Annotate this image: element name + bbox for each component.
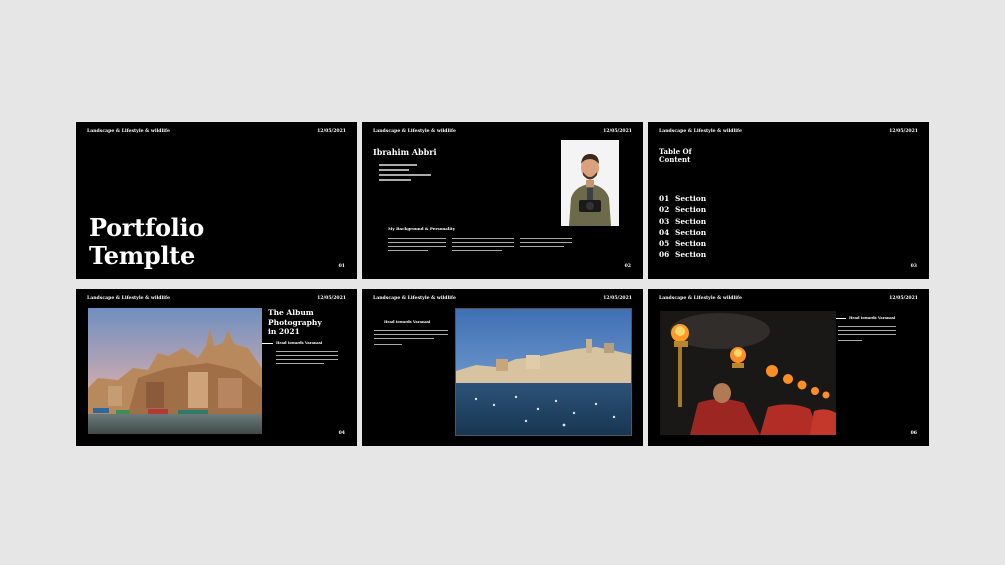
toc-item[interactable]: 03 Section xyxy=(659,216,706,227)
slide-date: 12/05/2021 xyxy=(603,129,632,134)
aarti-subheading: Head towards Varanasi xyxy=(836,316,895,320)
slide-header: Landscape & Lifestyle & wildlife xyxy=(659,296,742,301)
cover-title-line1: Portfolio xyxy=(89,213,205,242)
toc-item[interactable]: 04 Section xyxy=(659,227,706,238)
toc-number: 06 xyxy=(659,250,670,260)
album-title-line3: in 2021 xyxy=(268,327,300,336)
page-number: 01 xyxy=(338,264,345,269)
toc-title: Table Of Content xyxy=(659,148,692,164)
toc-item[interactable]: 02 Section xyxy=(659,204,706,215)
aarti-ceremony-photo xyxy=(660,311,836,435)
toc-number: 05 xyxy=(659,239,670,249)
page-number: 03 xyxy=(910,264,917,269)
varanasi-ghat-photo xyxy=(88,308,262,434)
toc-label: Section xyxy=(675,216,707,226)
toc-number: 03 xyxy=(659,216,670,226)
toc-list: 01 Section 02 Section 03 Section 04 Section … xyxy=(659,193,706,261)
slide-header: Landscape & Lifestyle & wildlife xyxy=(373,296,456,301)
toc-item[interactable]: 05 Section xyxy=(659,238,706,249)
photo-subheading: Head towards Varanasi xyxy=(384,320,431,324)
toc-number: 02 xyxy=(659,205,670,215)
toc-label: Section xyxy=(675,250,707,260)
cover-title: Portfolio Templte xyxy=(89,214,204,270)
subheading-text: Head towards Varanasi xyxy=(276,341,323,345)
cover-title-line2: Templte xyxy=(89,241,195,270)
slide-date: 12/05/2021 xyxy=(889,296,918,301)
slide-date: 12/05/2021 xyxy=(317,129,346,134)
toc-label: Section xyxy=(675,194,707,203)
slide-6-aarti[interactable]: Landscape & Lifestyle & wildlife 12/05/2… xyxy=(648,289,929,446)
slide-header: Landscape & Lifestyle & wildlife xyxy=(373,129,456,134)
toc-label: Section xyxy=(675,205,707,215)
toc-label: Section xyxy=(675,227,707,237)
slide-date: 12/05/2021 xyxy=(889,129,918,134)
toc-title-line2: Content xyxy=(659,155,691,164)
toc-number: 04 xyxy=(659,227,670,237)
page-number: 02 xyxy=(624,264,631,269)
album-title-line1: The Album xyxy=(268,308,314,317)
photographer-image xyxy=(561,140,619,226)
slide-header: Landscape & Lifestyle & wildlife xyxy=(87,296,170,301)
slide-2-about[interactable]: Landscape & Lifestyle & wildlife 12/05/2… xyxy=(362,122,643,279)
person-name: Ibrahim Abbri xyxy=(373,147,437,157)
toc-label: Section xyxy=(675,239,707,249)
page-number: 06 xyxy=(910,431,917,436)
toc-item[interactable]: 06 Section xyxy=(659,249,706,260)
slide-4-album[interactable]: Landscape & Lifestyle & wildlife 12/05/2… xyxy=(76,289,357,446)
album-subheading: Head towards Varanasi xyxy=(262,341,322,345)
slide-5-photo[interactable]: Landscape & Lifestyle & wildlife 12/05/2… xyxy=(362,289,643,446)
slide-header: Landscape & Lifestyle & wildlife xyxy=(659,129,742,134)
slide-1-cover[interactable]: Landscape & Lifestyle & wildlife 12/05/2… xyxy=(76,122,357,279)
section-title: My Background & Personality xyxy=(388,226,456,231)
profile-photo xyxy=(561,140,619,226)
slide-3-toc[interactable]: Landscape & Lifestyle & wildlife 12/05/2… xyxy=(648,122,929,279)
subheading-text: Head towards Varanasi xyxy=(849,316,896,320)
album-title: The Album Photography in 2021 xyxy=(268,308,322,337)
slide-date: 12/05/2021 xyxy=(317,296,346,301)
slide-header: Landscape & Lifestyle & wildlife xyxy=(87,129,170,134)
album-title-line2: Photography xyxy=(268,317,322,327)
page-number: 04 xyxy=(338,431,345,436)
toc-item[interactable]: 01 Section xyxy=(659,193,706,204)
toc-number: 01 xyxy=(659,194,670,203)
river-city-photo xyxy=(455,308,632,436)
slide-date: 12/05/2021 xyxy=(603,296,632,301)
